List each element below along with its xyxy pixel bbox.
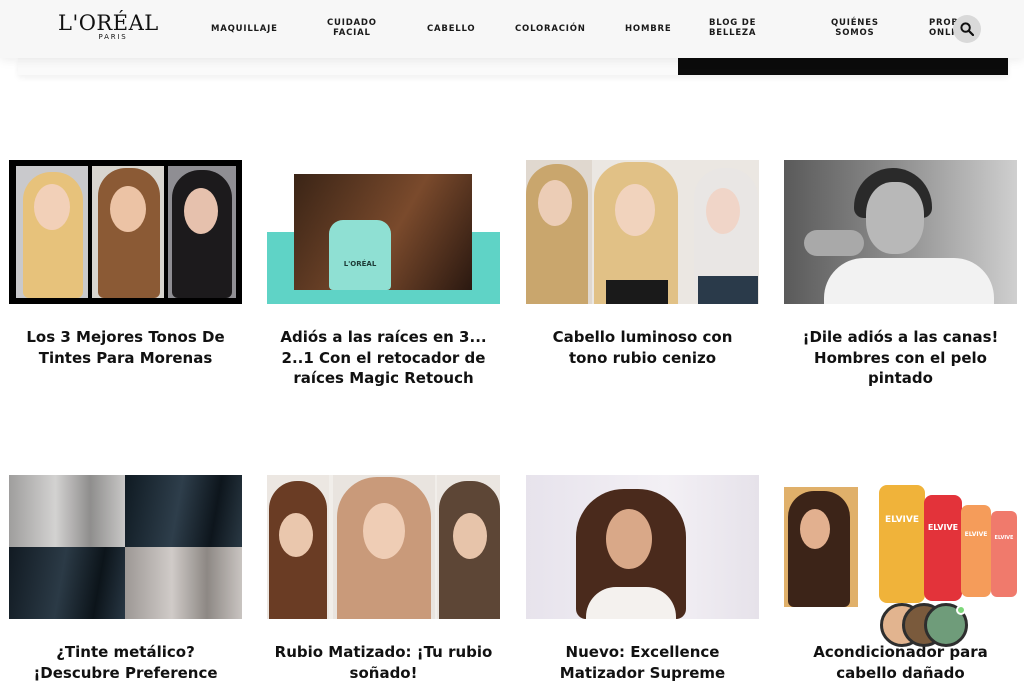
article-title[interactable]: Rubio Matizado: ¡Tu rubio soñado! xyxy=(267,642,500,683)
online-status-dot xyxy=(956,605,966,615)
nav-label: SOMOS xyxy=(835,28,875,38)
logo-brand: L'ORÉAL xyxy=(58,11,159,35)
nav-label: MAQUILLAJE xyxy=(211,24,278,34)
search-button[interactable] xyxy=(953,15,981,43)
article-title[interactable]: Cabello luminoso con tono rubio cenizo xyxy=(526,327,759,368)
article-image-toned-blonde xyxy=(267,475,500,619)
nav-coloracion[interactable]: COLORACIÓN xyxy=(515,24,586,34)
article-image-magic-retouch: L'ORÉAL xyxy=(267,160,500,304)
nav-label: QUIÉNES xyxy=(831,18,879,28)
article-card[interactable]: ¡Dile adiós a las canas! Hombres con el … xyxy=(784,160,1017,389)
product-label: ELVIVE xyxy=(994,535,1014,541)
nav-maquillaje[interactable]: MAQUILLAJE xyxy=(211,24,278,34)
nav-quienes-somos[interactable]: QUIÉNES SOMOS xyxy=(831,18,879,38)
site-header: L'ORÉAL PARIS MAQUILLAJE CUIDADO FACIAL … xyxy=(0,0,1024,58)
nav-cabello[interactable]: CABELLO xyxy=(427,24,475,34)
article-image-brunette-tones xyxy=(9,160,242,304)
article-card[interactable]: Nuevo: Excellence Matizador Supreme xyxy=(526,475,759,683)
product-label: ELVIVE xyxy=(884,515,920,525)
nav-blog-de-belleza[interactable]: BLOG DE BELLEZA xyxy=(709,18,756,38)
nav-label: HOMBRE xyxy=(625,24,672,34)
loreal-logo[interactable]: L'ORÉAL PARIS xyxy=(58,11,159,41)
nav-cuidado-facial[interactable]: CUIDADO FACIAL xyxy=(327,18,377,38)
product-label: ELVIVE xyxy=(964,531,988,538)
nav-label: CUIDADO xyxy=(327,18,377,28)
hero-banner-dark-panel xyxy=(678,58,1008,75)
article-title[interactable]: Nuevo: Excellence Matizador Supreme xyxy=(526,642,759,683)
article-title[interactable]: Adiós a las raíces en 3... 2..1 Con el r… xyxy=(267,327,500,389)
article-card[interactable]: Cabello luminoso con tono rubio cenizo xyxy=(526,160,759,368)
article-title[interactable]: Los 3 Mejores Tonos De Tintes Para Moren… xyxy=(9,327,242,368)
article-image-ash-blonde xyxy=(526,160,759,304)
article-card[interactable]: L'ORÉAL Adiós a las raíces en 3... 2..1 … xyxy=(267,160,500,389)
article-card[interactable]: ELVIVE ELVIVE ELVIVE ELVIVE Acondicionad… xyxy=(784,475,1017,683)
article-card[interactable]: Rubio Matizado: ¡Tu rubio soñado! xyxy=(267,475,500,683)
article-image-excellence-matizador xyxy=(526,475,759,619)
nav-label: BELLEZA xyxy=(709,28,757,38)
article-title[interactable]: ¿Tinte metálico? ¡Descubre Preference xyxy=(9,642,242,683)
search-icon xyxy=(960,22,974,36)
article-card[interactable]: Los 3 Mejores Tonos De Tintes Para Moren… xyxy=(9,160,242,368)
article-image-metallic-dye xyxy=(9,475,242,619)
nav-label: COLORACIÓN xyxy=(515,24,586,34)
nav-label: CABELLO xyxy=(427,24,476,34)
article-title[interactable]: ¡Dile adiós a las canas! Hombres con el … xyxy=(784,327,1017,389)
article-card[interactable]: ¿Tinte metálico? ¡Descubre Preference xyxy=(9,475,242,683)
nav-label: BLOG DE xyxy=(709,18,757,28)
article-image-men-hair-color xyxy=(784,160,1017,304)
nav-hombre[interactable]: HOMBRE xyxy=(625,24,671,34)
product-label: ELVIVE xyxy=(927,523,959,532)
spray-brand-label: L'ORÉAL xyxy=(343,260,377,268)
article-image-conditioner: ELVIVE ELVIVE ELVIVE ELVIVE xyxy=(784,475,1017,619)
nav-label: FACIAL xyxy=(333,28,371,38)
